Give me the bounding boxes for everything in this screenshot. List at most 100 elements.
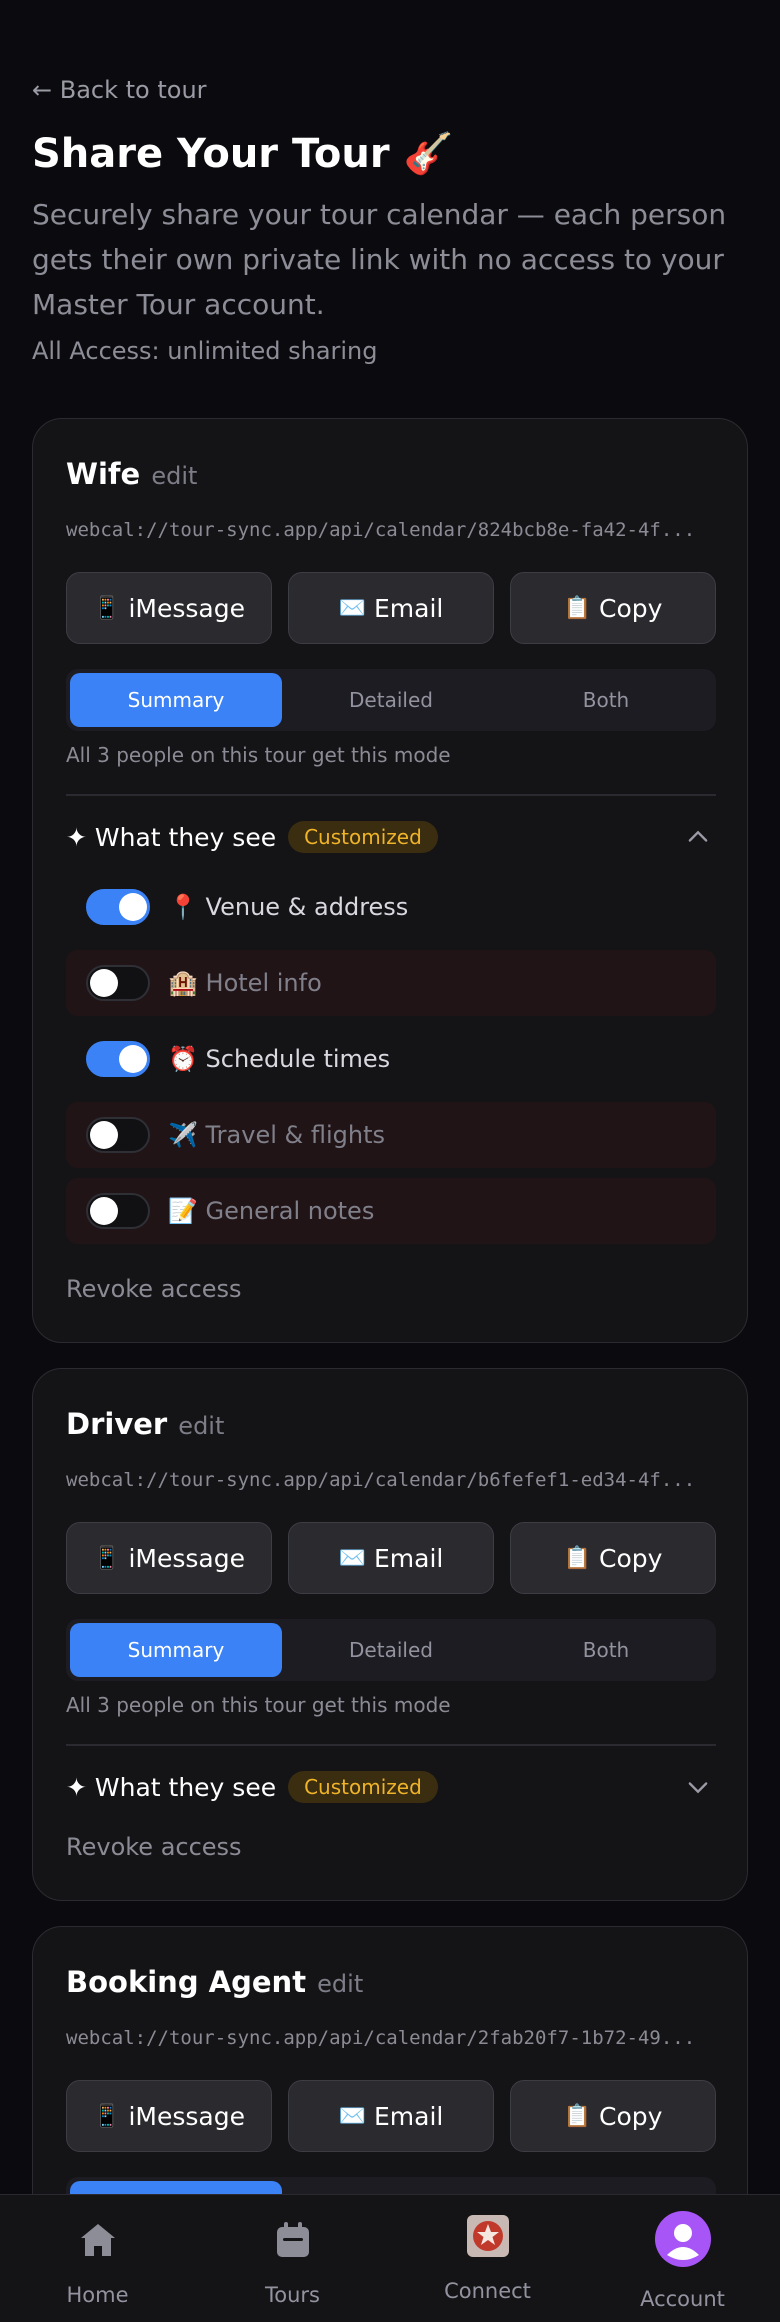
mode-summary-tab[interactable]: Summary xyxy=(70,1623,282,1677)
switch-knob xyxy=(90,1197,118,1225)
back-to-tour-link[interactable]: ← Back to tour xyxy=(32,76,207,104)
phone-icon: 📱 xyxy=(93,1545,121,1571)
share-actions: 📱 iMessage ✉️ Email 📋 Copy xyxy=(66,2080,716,2152)
envelope-icon: ✉️ xyxy=(338,1545,367,1571)
imessage-button[interactable]: 📱 iMessage xyxy=(66,2080,272,2152)
phone-icon: 📱 xyxy=(93,2103,121,2129)
share-actions: 📱 iMessage ✉️ Email 📋 Copy xyxy=(66,572,716,644)
airplane-icon: ✈️ xyxy=(168,1121,198,1149)
customized-badge: Customized xyxy=(288,1771,438,1803)
clipboard-icon: 📋 xyxy=(563,1545,591,1571)
imessage-label: iMessage xyxy=(128,593,245,623)
memo-icon: 📝 xyxy=(168,1197,198,1225)
recipient-header: Booking Agent edit xyxy=(66,1965,363,1999)
nav-home[interactable]: Home xyxy=(0,2195,195,2322)
bottom-nav: Home Tours Connect Account xyxy=(0,2194,780,2322)
pin-icon: 📍 xyxy=(168,893,198,921)
connect-logo-icon xyxy=(466,2215,509,2257)
clipboard-icon: 📋 xyxy=(563,595,591,621)
calendar-icon xyxy=(276,2222,309,2257)
envelope-icon: ✉️ xyxy=(338,2103,367,2129)
copy-button[interactable]: 📋 Copy xyxy=(510,1522,716,1594)
travel-switch[interactable] xyxy=(86,1117,150,1153)
schedule-label: ⏰ Schedule times xyxy=(168,1045,391,1073)
avatar-icon xyxy=(654,2211,711,2267)
copy-button[interactable]: 📋 Copy xyxy=(510,572,716,644)
nav-connect-label: Connect xyxy=(444,2279,531,2303)
what-they-see-label: ✦ What they see xyxy=(66,822,277,852)
share-card-driver: Driver edit webcal://tour-sync.app/api/c… xyxy=(32,1368,748,1901)
edit-name-link[interactable]: edit xyxy=(178,1412,224,1440)
hotel-label: 🏨 Hotel info xyxy=(168,969,322,997)
mode-both-tab[interactable]: Both xyxy=(500,1623,712,1677)
what-they-see-toggle[interactable]: ✦ What they see Customized xyxy=(66,1767,716,1807)
nav-account-label: Account xyxy=(640,2287,725,2311)
chevron-down-icon[interactable] xyxy=(684,1773,712,1801)
recipient-header: Wife edit xyxy=(66,457,197,491)
page-subtitle: Securely share your tour calendar — each… xyxy=(32,198,727,321)
copy-button[interactable]: 📋 Copy xyxy=(510,2080,716,2152)
email-label: Email xyxy=(374,2101,444,2131)
email-button[interactable]: ✉️ Email xyxy=(288,2080,494,2152)
revoke-access-button[interactable]: Revoke access xyxy=(66,1275,242,1303)
nav-tours[interactable]: Tours xyxy=(195,2195,390,2322)
mode-selector: Summary Detailed Both xyxy=(66,669,716,731)
revoke-access-button[interactable]: Revoke access xyxy=(66,1833,242,1861)
copy-label: Copy xyxy=(598,2101,663,2131)
switch-knob xyxy=(90,1121,118,1149)
email-button[interactable]: ✉️ Email xyxy=(288,1522,494,1594)
home-icon xyxy=(80,2224,115,2256)
calendar-url[interactable]: webcal://tour-sync.app/api/calendar/824b… xyxy=(66,519,714,541)
nav-connect[interactable]: Connect xyxy=(390,2195,585,2322)
page-title: Share Your Tour 🎸 xyxy=(32,131,454,177)
nav-tours-label: Tours xyxy=(265,2283,320,2307)
nav-account[interactable]: Account xyxy=(585,2195,780,2322)
imessage-label: iMessage xyxy=(128,1543,245,1573)
what-they-see-label: ✦ What they see xyxy=(66,1772,277,1802)
email-button[interactable]: ✉️ Email xyxy=(288,572,494,644)
share-card-wife: Wife edit webcal://tour-sync.app/api/cal… xyxy=(32,418,748,1343)
toggle-row-hotel: 🏨 Hotel info xyxy=(66,950,716,1016)
notes-switch[interactable] xyxy=(86,1193,150,1229)
alarm-clock-icon: ⏰ xyxy=(168,1045,198,1073)
hotel-switch[interactable] xyxy=(86,965,150,1001)
recipient-name: Wife xyxy=(66,457,141,491)
switch-knob xyxy=(119,893,147,921)
access-note: All Access: unlimited sharing xyxy=(32,337,378,365)
copy-label: Copy xyxy=(598,1543,663,1573)
phone-icon: 📱 xyxy=(93,595,121,621)
toggle-row-venue: 📍 Venue & address xyxy=(66,874,716,940)
hotel-icon: 🏨 xyxy=(168,969,198,997)
venue-switch[interactable] xyxy=(86,889,150,925)
imessage-button[interactable]: 📱 iMessage xyxy=(66,1522,272,1594)
email-label: Email xyxy=(374,593,444,623)
chevron-up-icon[interactable] xyxy=(684,823,712,851)
copy-label: Copy xyxy=(598,593,663,623)
divider xyxy=(66,1744,716,1746)
edit-name-link[interactable]: edit xyxy=(151,462,197,490)
schedule-switch[interactable] xyxy=(86,1041,150,1077)
venue-label: 📍 Venue & address xyxy=(168,893,409,921)
customized-badge: Customized xyxy=(288,821,438,853)
notes-label: 📝 General notes xyxy=(168,1197,375,1225)
mode-note: All 3 people on this tour get this mode xyxy=(66,743,451,767)
imessage-button[interactable]: 📱 iMessage xyxy=(66,572,272,644)
toggle-row-schedule: ⏰ Schedule times xyxy=(66,1026,716,1092)
recipient-name: Driver xyxy=(66,1407,168,1441)
imessage-label: iMessage xyxy=(128,2101,245,2131)
clipboard-icon: 📋 xyxy=(563,2103,591,2129)
recipient-name: Booking Agent xyxy=(66,1965,307,1999)
mode-detailed-tab[interactable]: Detailed xyxy=(285,1623,497,1677)
travel-label: ✈️ Travel & flights xyxy=(168,1121,385,1149)
recipient-header: Driver edit xyxy=(66,1407,224,1441)
mode-summary-tab[interactable]: Summary xyxy=(70,673,282,727)
edit-name-link[interactable]: edit xyxy=(317,1970,363,1998)
mode-detailed-tab[interactable]: Detailed xyxy=(285,673,497,727)
envelope-icon: ✉️ xyxy=(338,595,367,621)
calendar-url[interactable]: webcal://tour-sync.app/api/calendar/2fab… xyxy=(66,2027,714,2049)
mode-note: All 3 people on this tour get this mode xyxy=(66,1693,451,1717)
what-they-see-toggle[interactable]: ✦ What they see Customized xyxy=(66,817,716,857)
divider xyxy=(66,794,716,796)
mode-both-tab[interactable]: Both xyxy=(500,673,712,727)
calendar-url[interactable]: webcal://tour-sync.app/api/calendar/b6fe… xyxy=(66,1469,714,1491)
